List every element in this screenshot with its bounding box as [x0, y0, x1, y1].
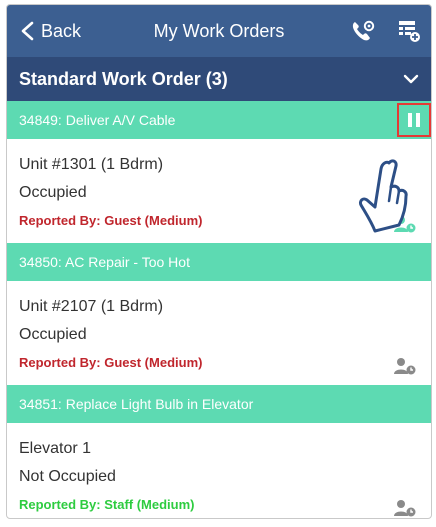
work-order-item[interactable]: Elevator 1 Not Occupied Reported By: Sta… — [7, 423, 431, 518]
work-order-reported-by: Reported By: Staff (Medium) — [19, 497, 195, 512]
app-frame: Back My Work Orders Standard Work Order … — [6, 4, 432, 519]
user-gray-icon[interactable] — [393, 499, 417, 517]
work-order-title: 34849: Deliver A/V Cable — [19, 112, 176, 128]
tap-hand-icon — [359, 159, 408, 233]
work-order-title: 34850: AC Repair - Too Hot — [19, 254, 190, 270]
back-button[interactable]: Back — [7, 21, 81, 42]
user-gray-icon[interactable] — [393, 357, 417, 375]
work-order-unit: Unit #2107 (1 Bdrm) — [19, 298, 164, 315]
work-order-occupancy: Occupied — [19, 326, 87, 343]
work-order-title: 34851: Replace Light Bulb in Elevator — [19, 396, 254, 412]
back-label: Back — [41, 20, 82, 41]
work-order-header[interactable]: 34850: AC Repair - Too Hot — [7, 243, 431, 281]
pause-button[interactable] — [397, 103, 431, 137]
header-actions — [351, 5, 421, 57]
top-navigation-bar: Back My Work Orders — [7, 5, 431, 57]
work-order-item[interactable]: Unit #2107 (1 Bdrm) Occupied Reported By… — [7, 281, 431, 385]
section-title: Standard Work Order (3) — [19, 68, 228, 89]
phone-settings-icon[interactable] — [351, 20, 375, 42]
work-order-header[interactable]: 34851: Replace Light Bulb in Elevator — [7, 385, 431, 423]
add-list-icon[interactable] — [397, 19, 421, 43]
work-order-reported-by: Reported By: Guest (Medium) — [19, 355, 203, 370]
chevron-down-icon[interactable] — [403, 74, 419, 84]
work-order-section-header[interactable]: Standard Work Order (3) — [7, 57, 431, 101]
work-order-unit: Elevator 1 — [19, 440, 92, 457]
pause-icon — [408, 113, 420, 127]
work-order-occupancy: Not Occupied — [19, 468, 116, 485]
chevron-left-icon — [21, 21, 34, 41]
work-order-header[interactable]: 34849: Deliver A/V Cable — [7, 101, 431, 139]
